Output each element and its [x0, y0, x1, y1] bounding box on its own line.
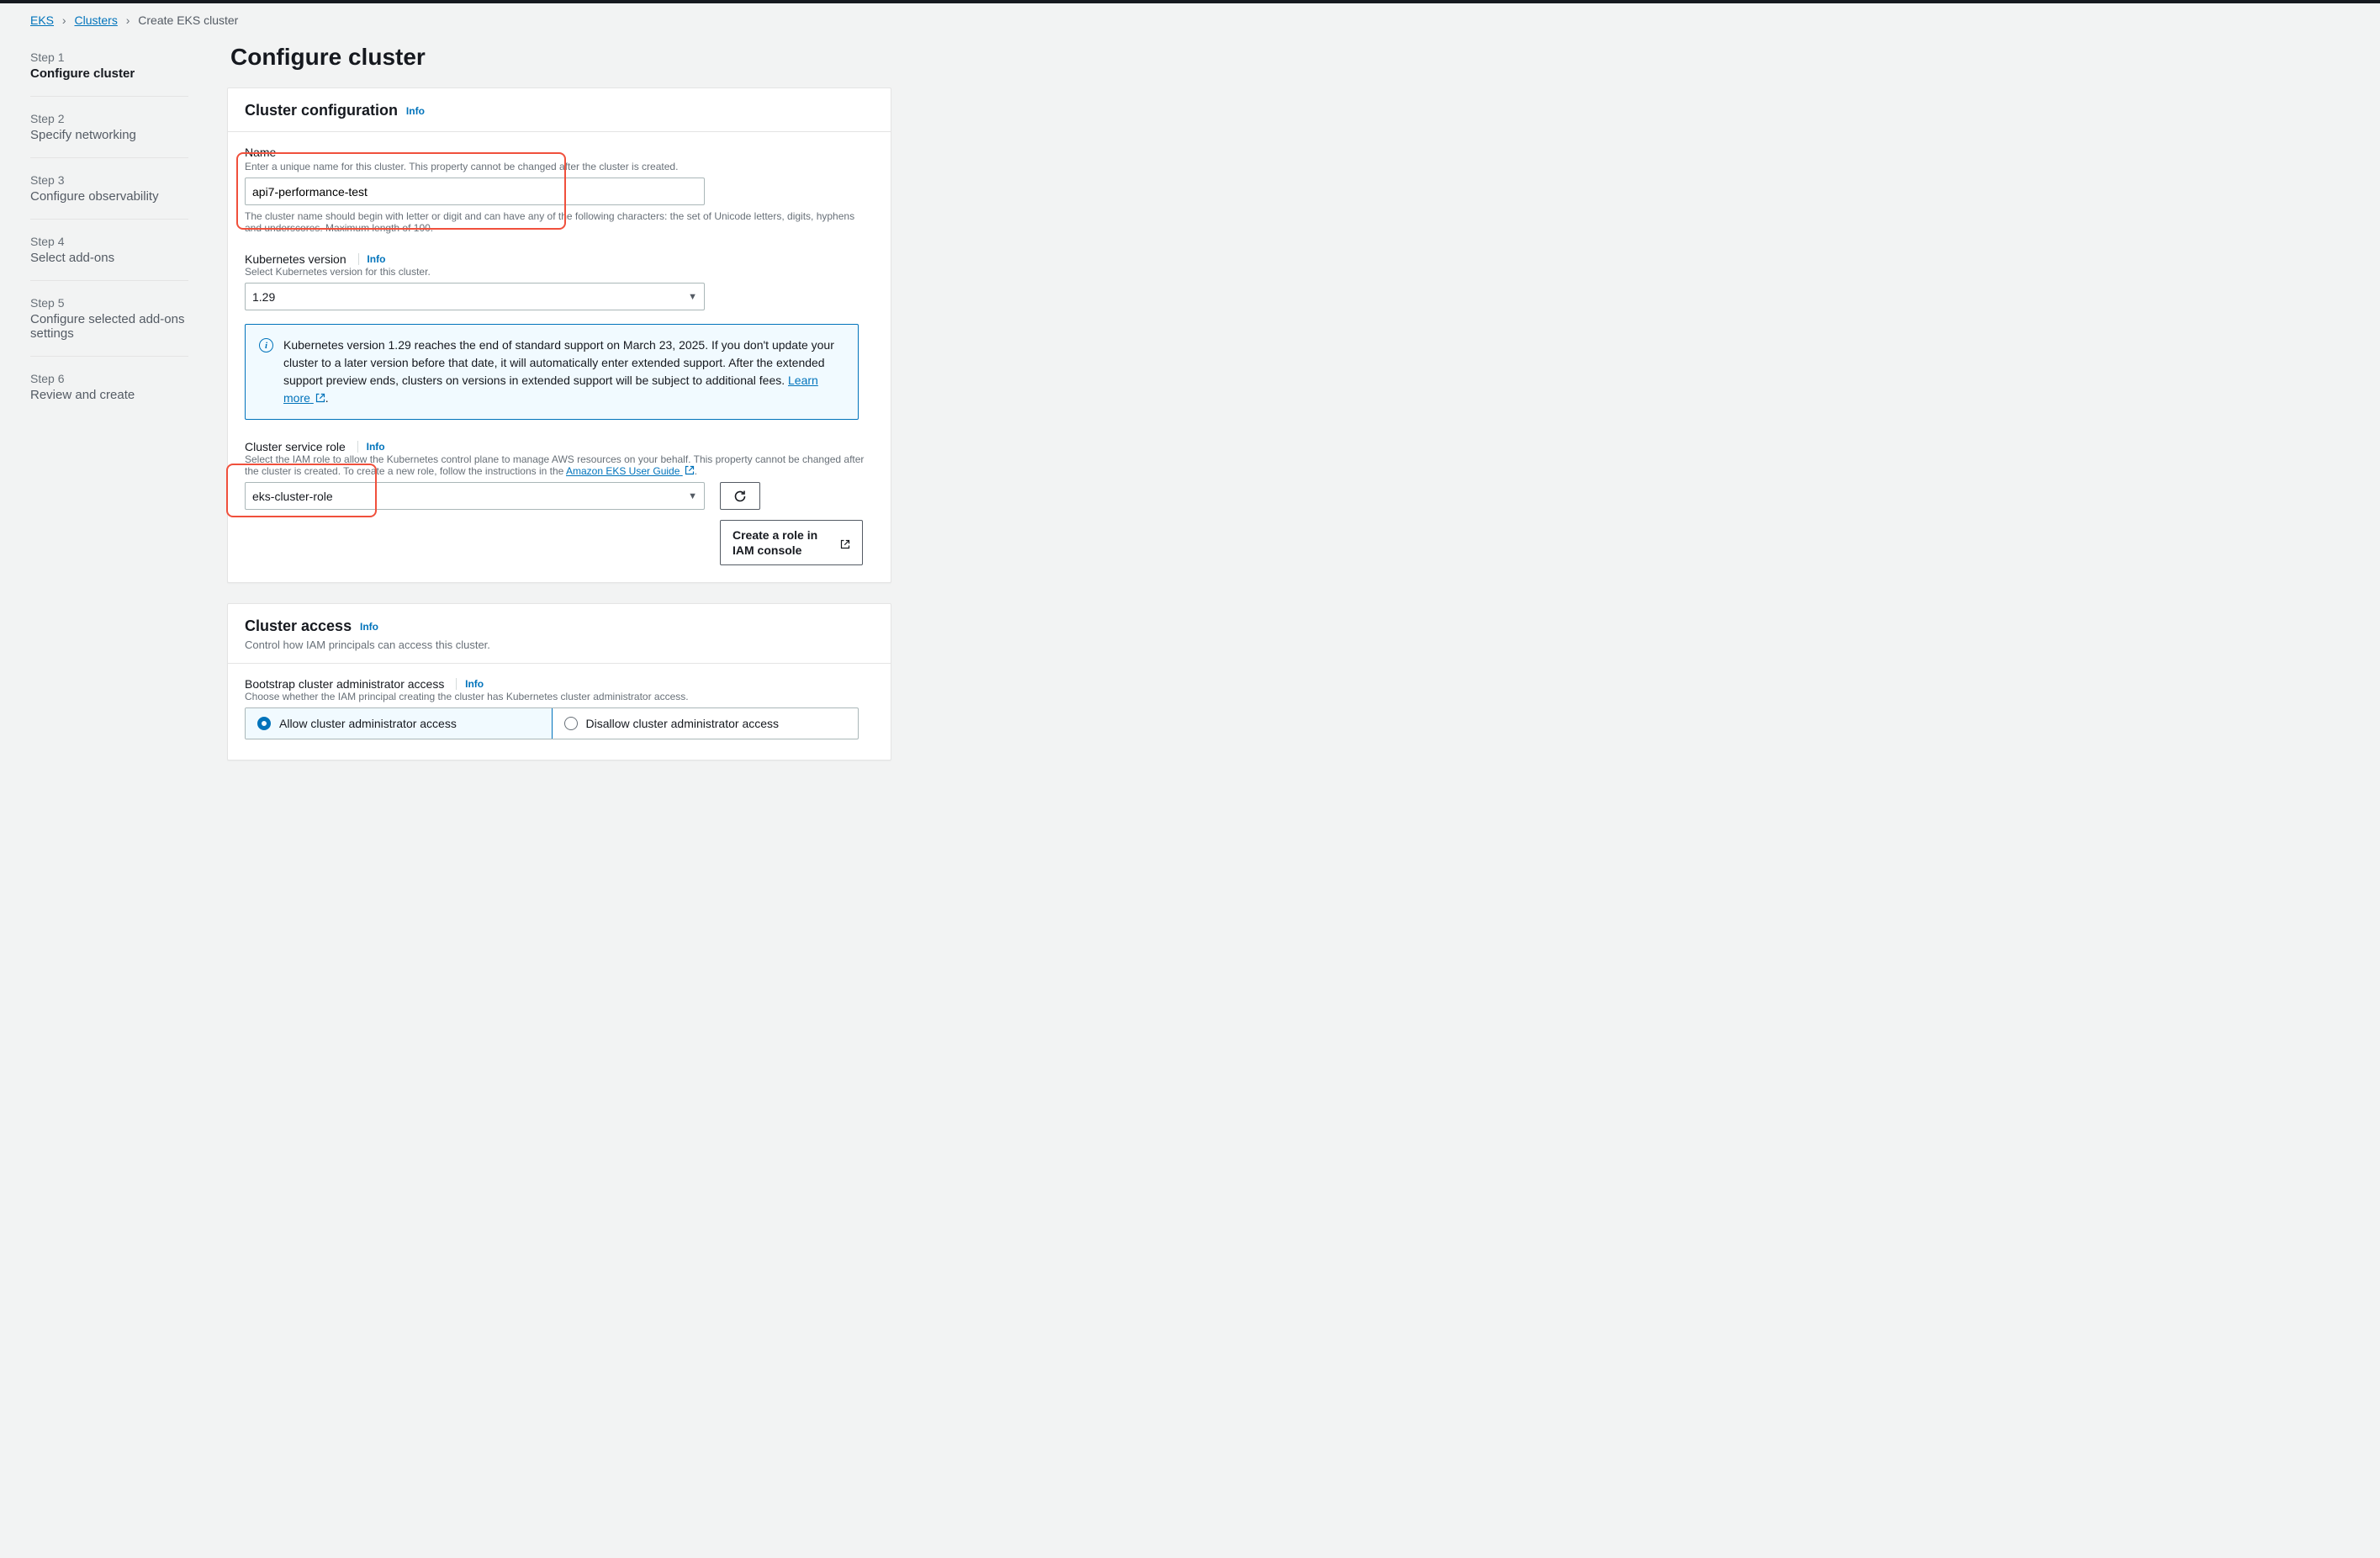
name-field: Name Enter a unique name for this cluste…: [245, 146, 874, 234]
k8s-version-notice: i Kubernetes version 1.29 reaches the en…: [245, 324, 859, 420]
info-link[interactable]: Info: [360, 621, 378, 633]
radio-icon: [257, 717, 271, 730]
cluster-configuration-panel: Cluster configuration Info Name Enter a …: [227, 87, 891, 583]
divider: [358, 253, 359, 265]
panel-subtext: Control how IAM principals can access th…: [245, 639, 874, 651]
chevron-right-icon: ›: [126, 13, 130, 27]
field-constraint: The cluster name should begin with lette…: [245, 210, 874, 234]
field-label: Name: [245, 146, 874, 159]
panel-heading: Cluster configuration: [245, 102, 398, 119]
refresh-icon: [733, 490, 747, 503]
service-role-select[interactable]: eks-cluster-role ▼: [245, 482, 705, 510]
step-title: Configure cluster: [30, 66, 188, 81]
info-icon: i: [259, 338, 273, 352]
field-label: Bootstrap cluster administrator access: [245, 677, 444, 691]
breadcrumb: EKS › Clusters › Create EKS cluster: [0, 3, 2380, 32]
step-6[interactable]: Step 6 Review and create: [30, 357, 188, 417]
breadcrumb-current: Create EKS cluster: [138, 13, 238, 27]
radio-label: Disallow cluster administrator access: [586, 717, 780, 730]
step-label: Step 6: [30, 372, 188, 385]
info-link[interactable]: Info: [367, 253, 385, 265]
k8s-version-field: Kubernetes version Info Select Kubernete…: [245, 252, 874, 310]
field-help: Select the IAM role to allow the Kuberne…: [245, 453, 874, 477]
select-value: 1.29: [252, 290, 275, 304]
step-label: Step 2: [30, 112, 188, 125]
wizard-steps: Step 1 Configure cluster Step 2 Specify …: [0, 32, 219, 798]
step-title: Review and create: [30, 388, 188, 402]
step-title: Specify networking: [30, 128, 188, 142]
allow-admin-radio[interactable]: Allow cluster administrator access: [245, 707, 553, 739]
disallow-admin-radio[interactable]: Disallow cluster administrator access: [552, 708, 859, 739]
info-link[interactable]: Info: [406, 105, 425, 117]
step-label: Step 4: [30, 235, 188, 248]
info-link[interactable]: Info: [465, 678, 484, 690]
external-link-icon: [315, 390, 325, 400]
field-label: Cluster service role: [245, 440, 346, 453]
chevron-right-icon: ›: [62, 13, 66, 27]
step-label: Step 1: [30, 50, 188, 64]
step-title: Select add-ons: [30, 251, 188, 265]
breadcrumb-eks[interactable]: EKS: [30, 13, 54, 27]
divider: [456, 678, 457, 690]
chevron-down-icon: ▼: [688, 491, 697, 501]
panel-header: Cluster configuration Info: [228, 88, 891, 132]
select-value: eks-cluster-role: [252, 490, 333, 503]
external-link-icon: [840, 538, 850, 548]
panel-heading: Cluster access: [245, 617, 352, 634]
field-help: Enter a unique name for this cluster. Th…: [245, 161, 874, 172]
radio-icon: [564, 717, 578, 730]
service-role-field: Cluster service role Info Select the IAM…: [245, 440, 874, 565]
step-title: Configure selected add-ons settings: [30, 312, 188, 341]
k8s-version-select[interactable]: 1.29 ▼: [245, 283, 705, 310]
step-2[interactable]: Step 2 Specify networking: [30, 97, 188, 158]
create-role-button[interactable]: Create a role in IAM console: [720, 520, 863, 565]
step-3[interactable]: Step 3 Configure observability: [30, 158, 188, 220]
notice-text: Kubernetes version 1.29 reaches the end …: [283, 338, 834, 387]
step-5[interactable]: Step 5 Configure selected add-ons settin…: [30, 281, 188, 357]
step-label: Step 5: [30, 296, 188, 310]
panel-header: Cluster access Info Control how IAM prin…: [228, 604, 891, 664]
step-1[interactable]: Step 1 Configure cluster: [30, 35, 188, 97]
step-title: Configure observability: [30, 189, 188, 204]
bootstrap-radio-group: Allow cluster administrator access Disal…: [245, 707, 859, 739]
refresh-roles-button[interactable]: [720, 482, 760, 510]
field-help: Choose whether the IAM principal creatin…: [245, 691, 874, 702]
cluster-name-input[interactable]: [245, 178, 705, 205]
main-content: Configure cluster Cluster configuration …: [219, 32, 908, 798]
radio-label: Allow cluster administrator access: [279, 717, 457, 730]
chevron-down-icon: ▼: [688, 292, 697, 302]
external-link-icon: [685, 465, 695, 475]
bootstrap-admin-field: Bootstrap cluster administrator access I…: [245, 677, 874, 739]
field-label: Kubernetes version: [245, 252, 346, 266]
page-title: Configure cluster: [230, 44, 891, 71]
step-label: Step 3: [30, 173, 188, 187]
eks-user-guide-link[interactable]: Amazon EKS User Guide: [566, 465, 695, 477]
divider: [357, 441, 358, 453]
info-link[interactable]: Info: [367, 441, 385, 453]
cluster-access-panel: Cluster access Info Control how IAM prin…: [227, 603, 891, 760]
breadcrumb-clusters[interactable]: Clusters: [74, 13, 117, 27]
field-help: Select Kubernetes version for this clust…: [245, 266, 874, 278]
step-4[interactable]: Step 4 Select add-ons: [30, 220, 188, 281]
